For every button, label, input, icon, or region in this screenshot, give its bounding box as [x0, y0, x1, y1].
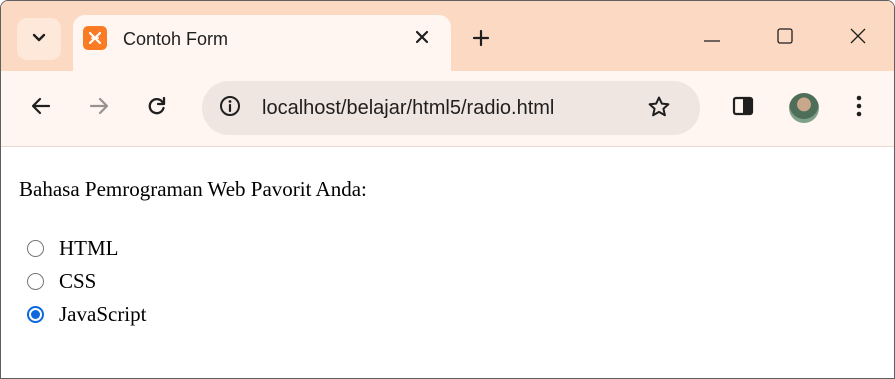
side-panel-button[interactable]	[724, 89, 762, 127]
maximize-icon	[777, 27, 793, 49]
window-close-button[interactable]	[830, 15, 886, 61]
minimize-button[interactable]	[684, 15, 740, 61]
minimize-icon	[704, 29, 720, 47]
star-icon	[647, 95, 671, 124]
new-tab-button[interactable]	[464, 23, 498, 57]
radio-html[interactable]	[27, 240, 44, 257]
radio-javascript[interactable]	[27, 306, 44, 323]
arrow-right-icon	[89, 97, 109, 120]
forward-button[interactable]	[80, 89, 118, 127]
browser-toolbar: localhost/belajar/html5/radio.html	[1, 71, 894, 147]
plus-icon	[472, 29, 490, 52]
avatar	[789, 93, 819, 123]
profile-button[interactable]	[785, 89, 823, 127]
url-text[interactable]: localhost/belajar/html5/radio.html	[262, 97, 554, 120]
kebab-menu-icon	[856, 95, 862, 122]
close-icon	[415, 30, 429, 49]
bookmark-button[interactable]	[642, 92, 676, 126]
address-bar[interactable]: localhost/belajar/html5/radio.html	[202, 81, 700, 135]
reload-icon	[147, 96, 167, 121]
back-button[interactable]	[22, 89, 60, 127]
option-html[interactable]: HTML	[27, 232, 146, 265]
xampp-icon	[83, 26, 107, 50]
tab-search-button[interactable]	[17, 18, 61, 60]
tab-strip: Contoh Form	[1, 1, 894, 71]
option-label: JavaScript	[59, 302, 147, 326]
browser-window: Contoh Form localhost/belajar/html5/radi…	[0, 0, 895, 379]
menu-button[interactable]	[840, 89, 878, 127]
side-panel-icon	[732, 96, 754, 121]
page-content: Bahasa Pemrograman Web Pavorit Anda: HTM…	[1, 147, 894, 378]
tab-contoh-form[interactable]: Contoh Form	[73, 15, 451, 71]
close-icon	[850, 28, 866, 49]
arrow-left-icon	[31, 97, 51, 120]
question-label: Bahasa Pemrograman Web Pavorit Anda:	[19, 177, 367, 201]
option-label: HTML	[59, 236, 119, 260]
tab-close-button[interactable]	[407, 24, 437, 54]
tab-title: Contoh Form	[123, 29, 229, 49]
site-info-button[interactable]	[214, 92, 246, 124]
option-css[interactable]: CSS	[27, 265, 146, 298]
radio-group: HTML CSS JavaScript	[27, 232, 146, 331]
option-label: CSS	[59, 269, 97, 293]
maximize-button[interactable]	[757, 15, 813, 61]
radio-css[interactable]	[27, 273, 44, 290]
reload-button[interactable]	[138, 89, 176, 127]
chevron-down-icon	[32, 30, 46, 48]
info-icon	[219, 95, 241, 122]
option-javascript[interactable]: JavaScript	[27, 298, 146, 331]
